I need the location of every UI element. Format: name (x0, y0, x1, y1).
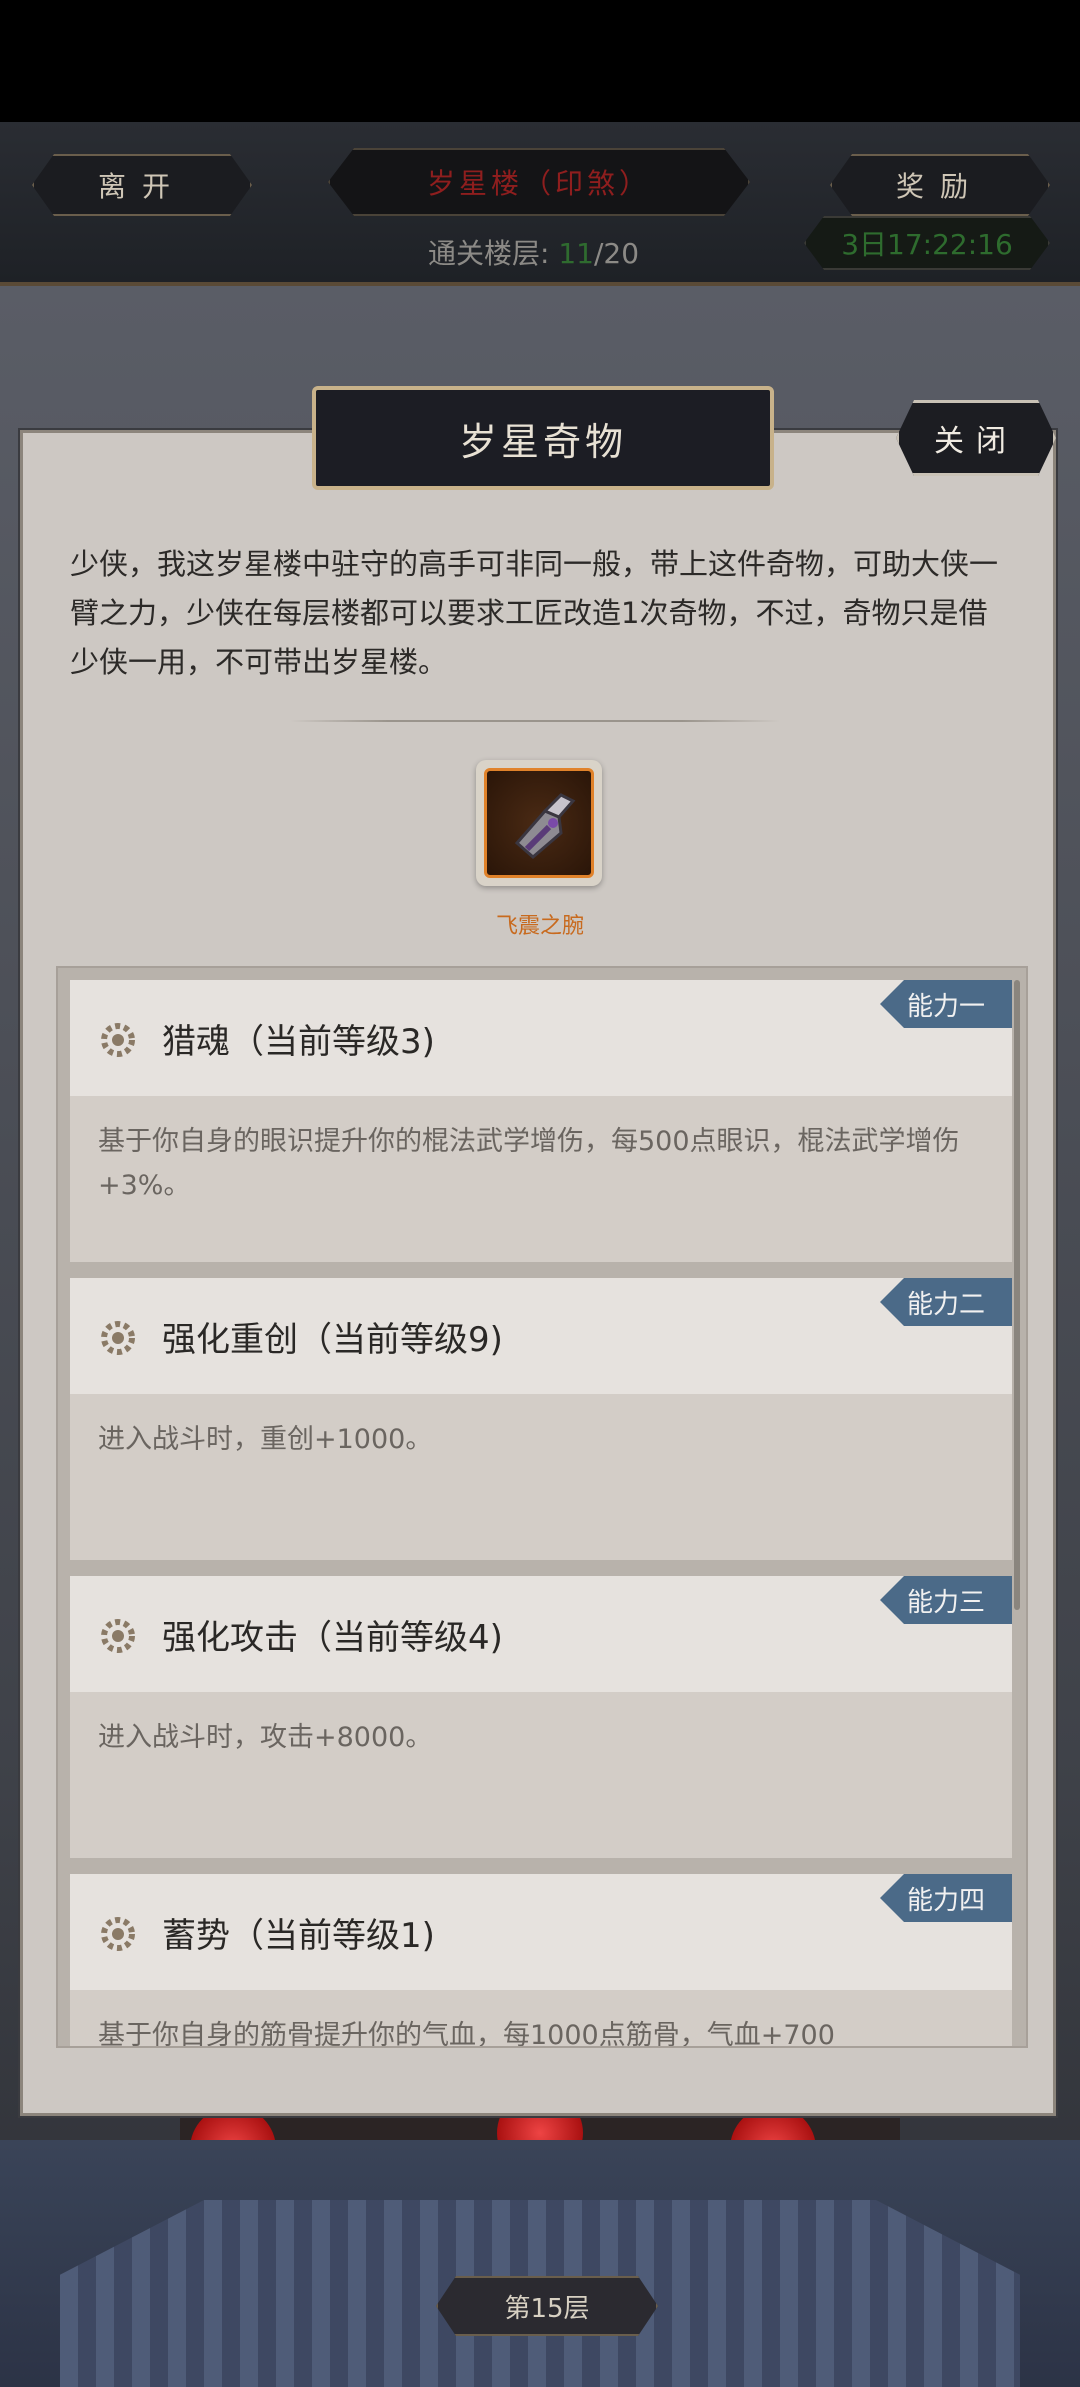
flower-emblem-icon (101, 1619, 135, 1653)
dialog-title: 岁星奇物 (312, 386, 774, 490)
item-slot[interactable] (476, 760, 602, 886)
item-icon-frame (484, 768, 594, 878)
close-button[interactable]: 关闭 (896, 400, 1056, 476)
ability-title: 强化重创（当前等级9) (162, 1320, 503, 1360)
flower-emblem-icon (101, 1321, 135, 1355)
flower-emblem-icon (101, 1023, 135, 1057)
floor-progress-label: 通关楼层: (428, 237, 550, 270)
ability-tag: 能力四 (880, 1874, 1012, 1922)
dialog-intro-text: 少侠，我这岁星楼中驻守的高手可非同一般，带上这件奇物，可助大侠一臂之力，少侠在每… (70, 547, 999, 679)
ability-description: 基于你自身的眼识提升你的棍法武学增伤，每500点眼识，棍法武学增伤+3%。 (98, 1126, 960, 1201)
ability-card: 蓄势（当前等级1) 基于你自身的筋骨提升你的气血，每1000点筋骨，气血+700… (70, 1874, 1012, 2048)
ability-tag: 能力一 (880, 980, 1012, 1028)
countdown-timer: 3日17:22:16 (804, 216, 1050, 270)
floor-indicator[interactable]: 第15层 (436, 2276, 658, 2336)
ability-title: 强化攻击（当前等级4) (162, 1618, 503, 1658)
ability-list[interactable]: 猎魂（当前等级3) 基于你自身的眼识提升你的棍法武学增伤，每500点眼识，棍法武… (56, 966, 1028, 2048)
floor-progress: 通关楼层: 11/20 (428, 232, 639, 272)
ability-tag: 能力二 (880, 1278, 1012, 1326)
status-bar (0, 0, 1080, 122)
ability-description: 进入战斗时，重创+1000。 (98, 1424, 433, 1455)
ability-card: 强化重创（当前等级9) 进入战斗时，重创+1000。 能力二 (70, 1278, 1012, 1560)
ability-card: 猎魂（当前等级3) 基于你自身的眼识提升你的棍法武学增伤，每500点眼识，棍法武… (70, 980, 1012, 1262)
ability-description: 进入战斗时，攻击+8000。 (98, 1722, 433, 1753)
ability-title: 蓄势（当前等级1) (162, 1916, 435, 1956)
leave-button[interactable]: 离开 (32, 154, 252, 216)
ability-title: 猎魂（当前等级3) (162, 1022, 435, 1062)
tower-title: 岁星楼（印煞） (328, 148, 750, 216)
ability-card: 强化攻击（当前等级4) 进入战斗时，攻击+8000。 能力三 (70, 1576, 1012, 1858)
item-name: 飞震之腕 (495, 914, 584, 939)
floor-progress-current: 11 (558, 237, 594, 270)
flower-emblem-icon (101, 1917, 135, 1951)
floor-progress-total: /20 (593, 237, 640, 270)
ability-tag: 能力三 (880, 1576, 1012, 1624)
bracer-icon (514, 793, 576, 859)
divider (290, 720, 780, 722)
scrollbar[interactable] (1014, 980, 1020, 1610)
reward-button[interactable]: 奖励 (830, 154, 1050, 216)
ability-description: 基于你自身的筋骨提升你的气血，每1000点筋骨，气血+700 (98, 2020, 835, 2048)
